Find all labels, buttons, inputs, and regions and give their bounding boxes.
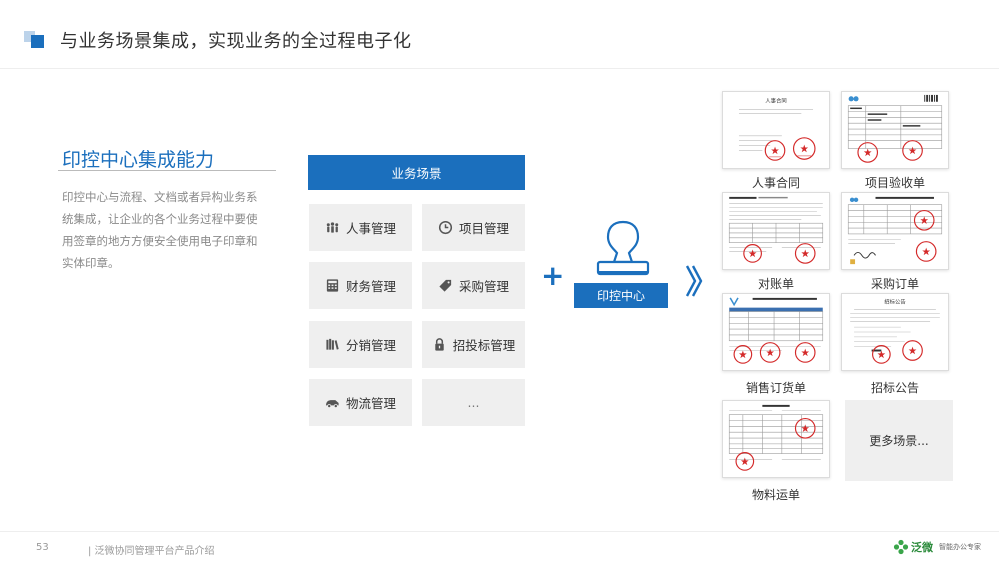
brand-logo: 泛微 智能办公专家 (893, 537, 991, 557)
document-caption: 采购订单 (870, 277, 919, 291)
more-scenes-box[interactable]: 更多场景... (845, 400, 953, 481)
document-thumbnail-tender-notice: 招标公告 (841, 293, 949, 371)
slide-title: 与业务场景集成，实现业务的全过程电子化 (60, 31, 412, 52)
scene-item-purchase[interactable]: 采购管理 (422, 262, 525, 309)
chevron-right-icon (684, 263, 704, 299)
scene-item-label: 分销管理 (345, 338, 396, 353)
people-icon (325, 220, 341, 236)
document-thumbnail-purchase-order (841, 192, 949, 270)
scene-item-label: 物流管理 (345, 396, 396, 411)
document-caption: 项目验收单 (864, 176, 925, 190)
document-thumbnail-statement (722, 192, 830, 270)
document-caption: 对账单 (757, 277, 794, 291)
scene-item-label: ... (467, 395, 480, 410)
leaf-icon (893, 539, 909, 555)
document-title: 招标公告 (884, 298, 906, 306)
lock-icon (432, 337, 448, 353)
stamp-icon (592, 218, 654, 288)
scene-item-project[interactable]: 项目管理 (422, 204, 525, 251)
document-caption: 销售订货单 (745, 381, 806, 395)
document-thumbnail-hr-contract: 人事合同 (722, 91, 830, 169)
scene-item-label: 项目管理 (458, 221, 509, 236)
section-title: 印控中心集成能力 (62, 149, 215, 171)
brand-slogan: 智能办公专家 (939, 543, 981, 551)
footer-text: | 泛微协同管理平台产品介绍 (88, 546, 215, 557)
document-caption: 人事合同 (751, 176, 800, 190)
document-thumbnail-project-acceptance (841, 91, 949, 169)
scene-item-label: 采购管理 (458, 279, 509, 294)
books-icon (325, 337, 341, 353)
document-thumbnail-waybill (722, 400, 830, 478)
scene-item-distribution[interactable]: 分销管理 (309, 321, 412, 368)
scene-item-label: 财务管理 (345, 279, 396, 294)
document-title: 人事合同 (765, 97, 786, 105)
seal-center-label: 印控中心 (574, 283, 668, 308)
scene-item-logistics[interactable]: 物流管理 (309, 379, 412, 426)
document-caption: 物料运单 (751, 488, 800, 502)
footer-divider (0, 531, 999, 532)
scene-item-label: 招投标管理 (452, 338, 516, 353)
clock-icon (438, 220, 454, 236)
scene-panel-header: 业务场景 (308, 155, 525, 190)
header-divider (0, 68, 999, 69)
scene-item-label: 人事管理 (345, 221, 396, 236)
scene-item-hr[interactable]: 人事管理 (309, 204, 412, 251)
page-number: 53 (36, 542, 49, 553)
section-description: 印控中心与流程、文档或者异构业务系统集成，让企业的各个业务过程中要使用签章的地方… (62, 190, 258, 270)
scene-item-more[interactable]: ... (422, 379, 525, 426)
tag-icon (438, 278, 454, 294)
document-thumbnail-sales-order (722, 293, 830, 371)
plus-sign: + (541, 259, 565, 292)
scene-item-finance[interactable]: 财务管理 (309, 262, 412, 309)
section-title-rule (58, 170, 276, 171)
header-decor-square-accent (31, 35, 44, 48)
brand-name: 泛微 (911, 541, 933, 554)
truck-icon (325, 395, 341, 411)
document-caption: 招标公告 (870, 381, 919, 395)
calculator-icon (325, 278, 341, 294)
scene-item-bidding[interactable]: 招投标管理 (422, 321, 525, 368)
